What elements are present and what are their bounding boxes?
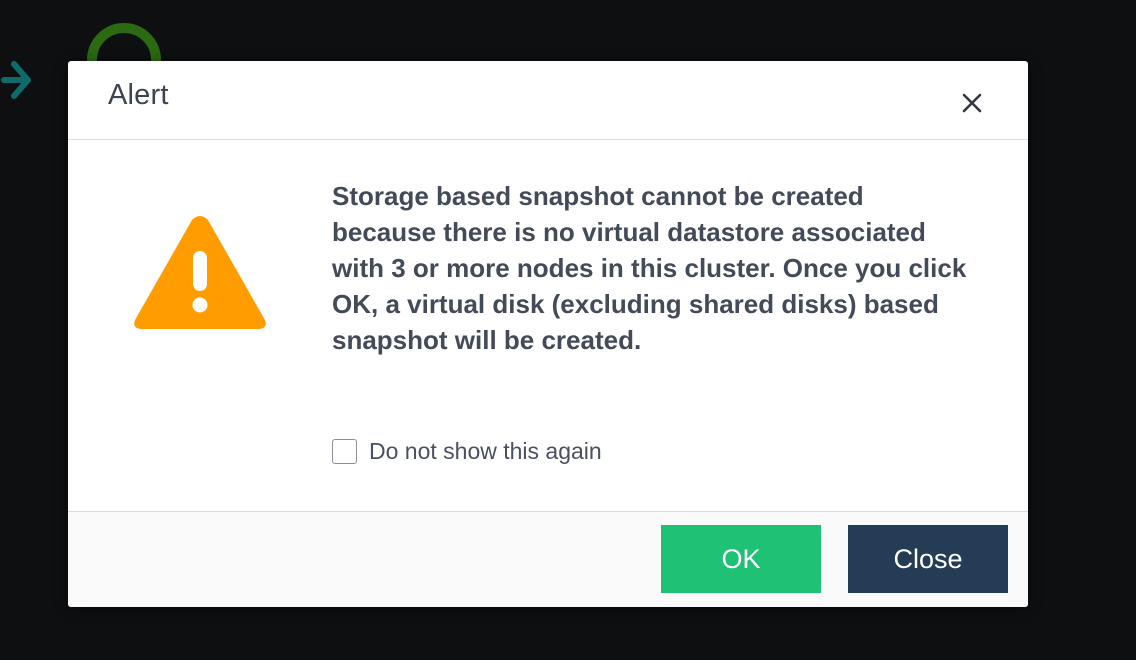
arrow-right-icon [1, 61, 31, 99]
status-ring-icon [87, 23, 161, 62]
ok-button[interactable]: OK [661, 525, 821, 593]
dialog-body: Storage based snapshot cannot be created… [68, 140, 1028, 511]
close-button[interactable]: Close [848, 525, 1008, 593]
dialog-footer: OK Close [68, 511, 1028, 607]
warning-triangle-icon [134, 216, 266, 329]
checkbox-label: Do not show this again [369, 437, 602, 464]
alert-dialog: Alert Storage based snapshot cannot be c… [68, 61, 1028, 607]
alert-message: Storage based snapshot cannot be created… [332, 181, 967, 355]
do-not-show-again-option[interactable]: Do not show this again [332, 435, 602, 467]
dialog-title: Alert [108, 79, 169, 111]
close-icon[interactable] [954, 85, 988, 119]
dialog-header: Alert [68, 61, 1028, 140]
do-not-show-again-checkbox[interactable] [332, 438, 357, 464]
